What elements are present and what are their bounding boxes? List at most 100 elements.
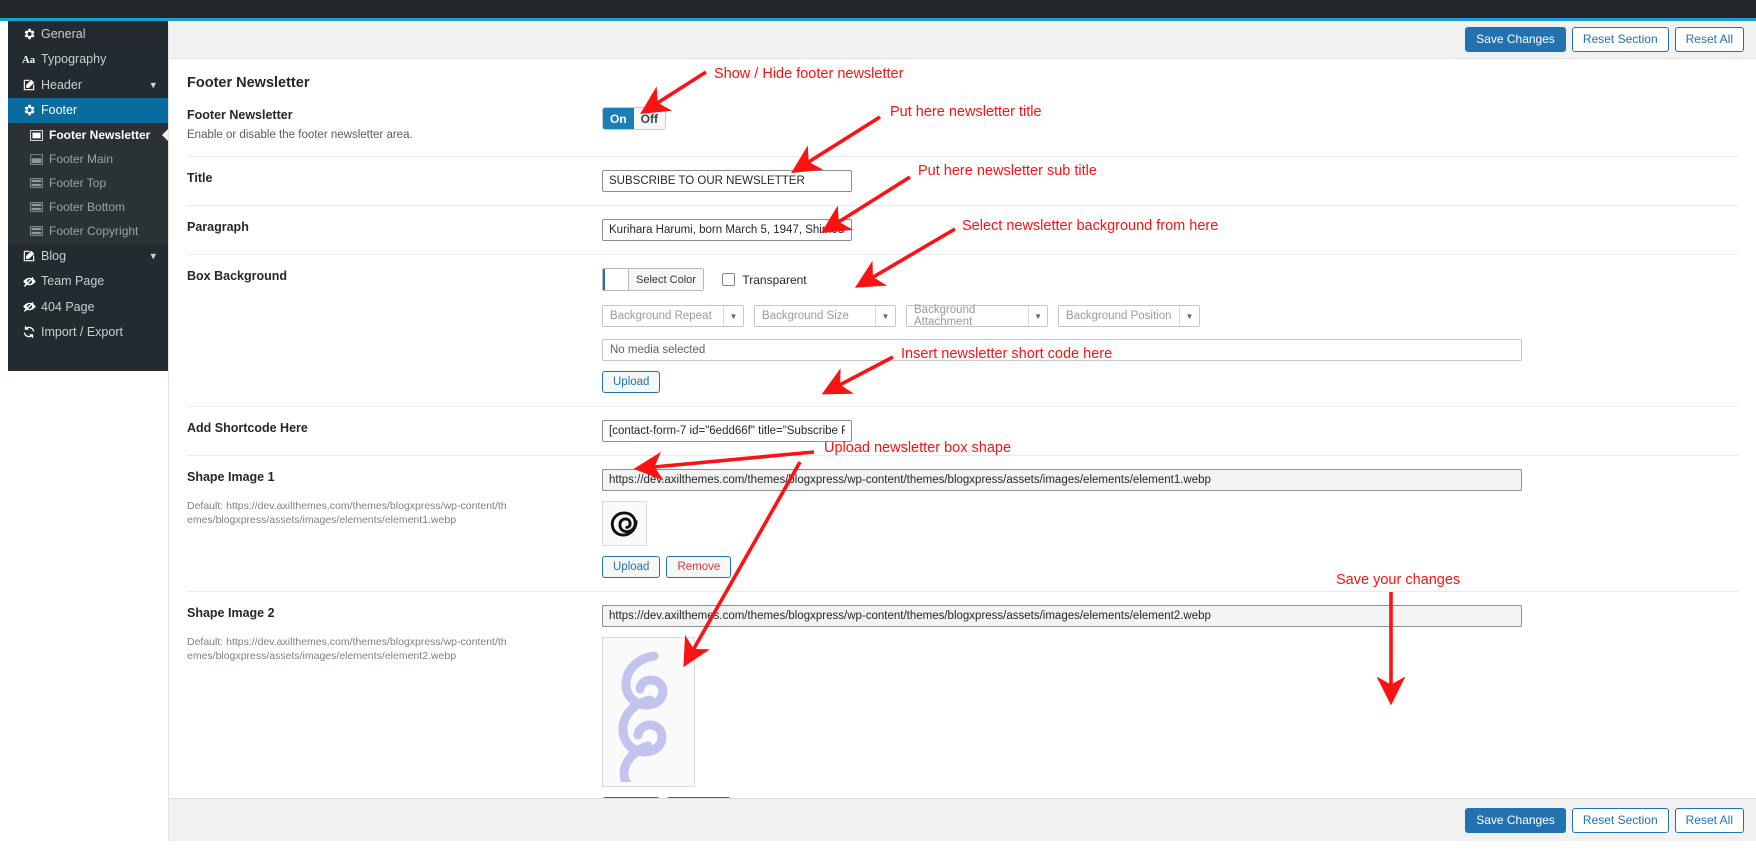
background-repeat-value: Background Repeat [610, 310, 712, 322]
sidebar-item-blog[interactable]: Blog ▾ [8, 243, 168, 269]
rows-icon [30, 225, 49, 238]
field-title: Shape Image 2 [187, 606, 275, 620]
field-label-block: Shape Image 1 Default: https://dev.axilt… [187, 469, 602, 578]
sidebar-item-footer-newsletter[interactable]: Footer Newsletter [8, 123, 169, 147]
reset-section-button-bottom[interactable]: Reset Section [1571, 807, 1669, 833]
sync-icon [22, 325, 41, 340]
reset-section-button-top[interactable]: Reset Section [1571, 27, 1669, 52]
field-title: Box Background [187, 269, 288, 283]
gear-icon [22, 26, 41, 41]
sidebar-item-import-export[interactable]: Import / Export [8, 320, 168, 346]
footer-submenu: Footer Newsletter Footer Main Footer Top [8, 123, 169, 243]
toggle-on-option[interactable]: On [603, 108, 634, 129]
field-row-box-background: Box Background Select Color Transparent … [187, 254, 1738, 406]
field-control-block [602, 219, 1738, 241]
footer-newsletter-toggle[interactable]: On Off [602, 107, 666, 130]
save-changes-button-top[interactable]: Save Changes [1465, 27, 1566, 52]
field-default-note: Default: https://dev.axilthemes.com/them… [187, 500, 507, 526]
shortcode-input[interactable] [602, 420, 852, 442]
background-size-value: Background Size [762, 310, 849, 322]
background-media-status: No media selected [602, 339, 1522, 361]
field-label-block: Title [187, 170, 602, 192]
reset-all-button-top[interactable]: Reset All [1674, 27, 1744, 52]
chevron-down-icon: ▼ [1179, 306, 1199, 326]
options-rows: Footer Newsletter Enable or disable the … [169, 102, 1756, 832]
field-label-block: Footer Newsletter Enable or disable the … [187, 107, 602, 143]
sidebar-item-label: Footer Copyright [49, 224, 139, 238]
options-panel: Save Changes Reset Section Reset All Foo… [168, 21, 1756, 841]
sidebar-item-label: Footer Top [49, 176, 107, 190]
sidebar-item-team-page[interactable]: Team Page [8, 269, 168, 295]
shape-image-1-url-input[interactable] [602, 469, 1522, 491]
sidebar-item-404-page[interactable]: 404 Page [8, 294, 168, 320]
shape-image-1-upload-button[interactable]: Upload [602, 556, 661, 578]
title-input[interactable] [602, 170, 852, 192]
pencil-square-icon [22, 248, 41, 263]
transparent-checkbox-wrap[interactable]: Transparent [722, 272, 807, 287]
select-color-label[interactable]: Select Color [629, 269, 703, 290]
reset-all-button-bottom[interactable]: Reset All [1674, 807, 1744, 833]
field-control-block: Upload Remove [602, 469, 1738, 578]
field-title: Shape Image 1 [187, 470, 275, 484]
eye-slash-icon [22, 299, 41, 314]
panel-bottom-toolbar: Save Changes Reset Section Reset All [169, 798, 1756, 841]
save-changes-button-bottom[interactable]: Save Changes [1465, 807, 1566, 833]
field-description: Enable or disable the footer newsletter … [187, 129, 413, 141]
chevron-down-icon: ▼ [723, 306, 743, 326]
field-label-block: Paragraph [187, 219, 602, 241]
box-outline-icon [30, 129, 49, 142]
field-row-shape-image-2: Shape Image 2 Default: https://dev.axilt… [187, 591, 1738, 832]
sidebar-item-footer-copyright[interactable]: Footer Copyright [8, 219, 168, 243]
loops-shape-icon [617, 651, 668, 782]
background-upload-button[interactable]: Upload [602, 371, 661, 393]
field-row-title: Title [187, 156, 1738, 205]
background-upload-row: Upload [602, 371, 1738, 393]
chevron-down-icon: ▼ [1028, 306, 1047, 326]
background-position-select[interactable]: Background Position ▼ [1058, 305, 1200, 327]
pencil-square-icon [22, 77, 41, 92]
shape-image-2-url-input[interactable] [602, 605, 1522, 627]
rows-icon [30, 177, 49, 190]
sidebar-item-label: Header [41, 77, 82, 92]
sidebar-item-label: Team Page [41, 274, 105, 289]
field-row-shape-image-1: Shape Image 1 Default: https://dev.axilt… [187, 455, 1738, 591]
sidebar-item-footer-top[interactable]: Footer Top [8, 171, 168, 195]
color-swatch[interactable] [603, 269, 629, 290]
chevron-down-icon: ▼ [875, 306, 895, 326]
transparent-label: Transparent [742, 272, 807, 287]
svg-text:Aa: Aa [22, 55, 36, 66]
sidebar-item-footer-bottom[interactable]: Footer Bottom [8, 195, 168, 219]
field-title: Add Shortcode Here [187, 421, 308, 435]
sidebar-item-label: Footer Bottom [49, 200, 126, 214]
field-title: Footer Newsletter [187, 108, 293, 122]
sidebar-item-typography[interactable]: Aa Typography [8, 47, 168, 73]
background-attachment-select[interactable]: Background Attachment ▼ [906, 304, 1048, 328]
sidebar-item-label: 404 Page [41, 299, 95, 314]
options-sidebar: General Aa Typography Header ▾ Footer Fo… [8, 21, 169, 371]
sidebar-item-footer[interactable]: Footer [8, 97, 168, 123]
field-label-block: Box Background [187, 268, 602, 393]
typography-icon: Aa [22, 52, 41, 67]
field-title: Paragraph [187, 220, 249, 234]
background-repeat-select[interactable]: Background Repeat ▼ [602, 305, 744, 327]
shape-image-1-remove-button[interactable]: Remove [666, 556, 732, 578]
gear-icon [22, 103, 41, 118]
paragraph-input[interactable] [602, 219, 852, 241]
chevron-down-icon: ▾ [150, 250, 156, 263]
toggle-off-option[interactable]: Off [633, 108, 665, 129]
transparent-checkbox[interactable] [722, 273, 736, 286]
background-size-select[interactable]: Background Size ▼ [754, 305, 896, 327]
sidebar-item-label: Typography [41, 52, 107, 67]
field-label-block: Shape Image 2 Default: https://dev.axilt… [187, 605, 602, 819]
box-fill-icon [30, 153, 49, 166]
sidebar-item-label: Import / Export [41, 325, 123, 340]
background-color-picker[interactable]: Select Color [602, 268, 704, 291]
field-title: Title [187, 171, 213, 185]
sidebar-item-label: Blog [41, 248, 67, 263]
sidebar-item-general[interactable]: General [8, 21, 168, 47]
field-row-paragraph: Paragraph [187, 205, 1738, 254]
field-control-block: Select Color Transparent Background Repe… [602, 268, 1738, 393]
sidebar-item-footer-main[interactable]: Footer Main [8, 147, 168, 171]
sidebar-item-header[interactable]: Header ▾ [8, 72, 168, 98]
spiral-shape-icon [610, 511, 637, 536]
